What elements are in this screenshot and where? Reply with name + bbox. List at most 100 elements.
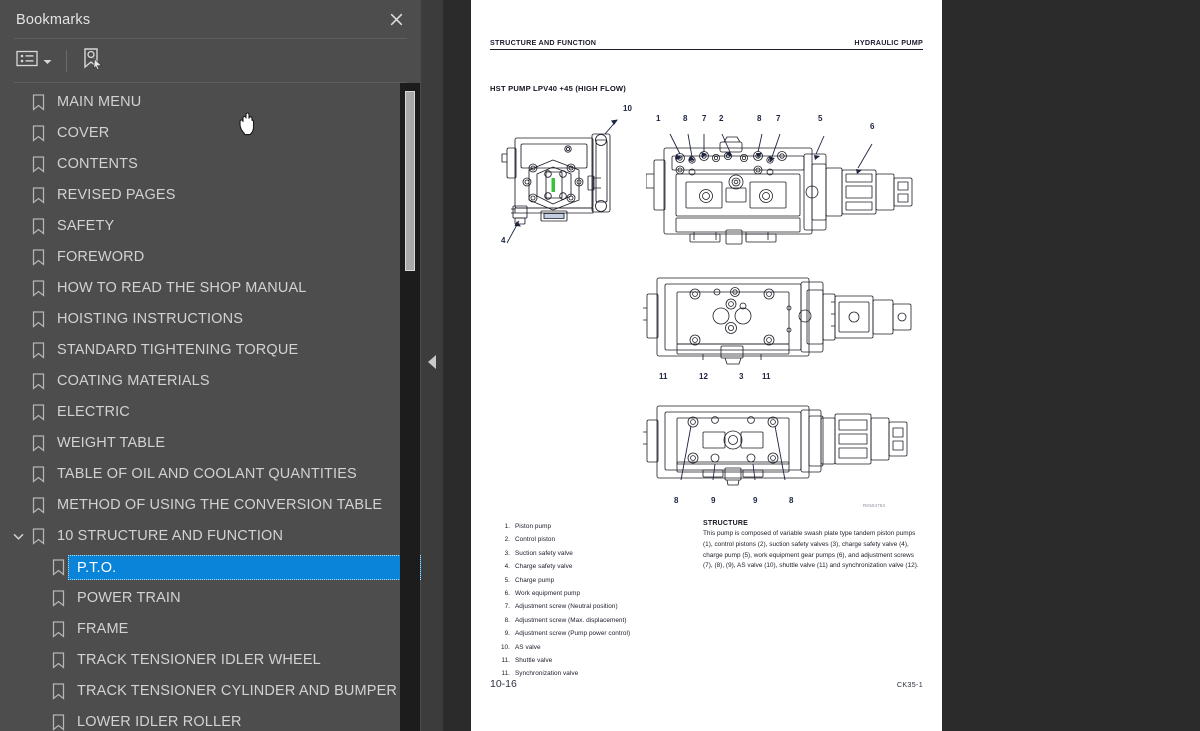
bookmark-item-label: CONTENTS	[57, 156, 138, 173]
bookmark-item[interactable]: ELECTRIC	[0, 397, 421, 428]
legend-row: 1. Piston pump	[493, 520, 683, 533]
bookmark-item[interactable]: COATING MATERIALS	[0, 366, 421, 397]
bookmark-item[interactable]: REVISED PAGES	[0, 180, 421, 211]
callout-9b: 9	[753, 496, 758, 505]
legend-text: Adjustment screw (Max. displacement)	[515, 616, 627, 624]
document-code: CK35-1	[896, 680, 923, 689]
legend-number: 11.	[501, 657, 510, 665]
legend-row: 2. Control piston	[493, 533, 683, 546]
pdf-page-viewer[interactable]: STRUCTURE AND FUNCTION HYDRAULIC PUMP HS…	[443, 0, 1200, 731]
chevron-down-icon[interactable]	[8, 533, 28, 540]
callout-6: 6	[870, 122, 875, 131]
bookmark-item[interactable]: FRAME	[0, 614, 421, 645]
bookmark-item[interactable]: STANDARD TIGHTENING TORQUE	[0, 335, 421, 366]
bookmark-item[interactable]: WEIGHT TABLE	[0, 428, 421, 459]
bookmark-item-label: METHOD OF USING THE CONVERSION TABLE	[57, 497, 383, 514]
bookmarks-panel: Bookmarks MAIN MENU COVER CONTENTS REVIS…	[0, 0, 421, 731]
close-icon[interactable]	[385, 9, 407, 31]
bookmark-item[interactable]: POWER TRAIN	[0, 583, 421, 614]
bookmark-icon	[48, 621, 68, 638]
legend-text: Shuttle valve	[515, 657, 553, 665]
bookmark-icon	[28, 435, 48, 452]
bookmark-icon	[28, 94, 48, 111]
bookmark-icon	[28, 249, 48, 266]
bookmark-item[interactable]: MAIN MENU	[0, 87, 421, 118]
bookmark-icon	[48, 714, 68, 731]
panel-splitter[interactable]	[421, 0, 443, 731]
bookmark-item-label: COVER	[57, 125, 110, 142]
list-options-button[interactable]	[14, 47, 54, 75]
legend-text: Control piston	[515, 536, 556, 544]
find-bookmark-button[interactable]	[79, 47, 105, 75]
legend-number: 7.	[504, 603, 510, 611]
callout-3: 3	[739, 372, 744, 381]
bookmark-icon	[28, 373, 48, 390]
bookmark-item[interactable]: COVER	[0, 118, 421, 149]
page-footer: 10-16 CK35-1	[490, 678, 923, 690]
callout-8b: 8	[757, 114, 762, 123]
legend-number: 1.	[504, 523, 510, 530]
legend-row: 7. Adjustment screw (Neutral position)	[493, 600, 683, 613]
bookmark-item[interactable]: P.T.O.	[0, 552, 421, 583]
legend-number: 2.	[504, 536, 510, 544]
bookmark-icon	[28, 311, 48, 328]
legend-row: 6. Work equipment pump	[493, 587, 683, 600]
legend-number: 9.	[504, 630, 510, 638]
bookmark-item[interactable]: METHOD OF USING THE CONVERSION TABLE	[0, 490, 421, 521]
collapse-sidebar-button[interactable]	[421, 341, 443, 387]
legend-text: Adjustment screw (Neutral position)	[515, 603, 618, 611]
legend-text: Charge pump	[515, 576, 555, 584]
chevron-down-icon	[43, 52, 52, 70]
legend-number: 5.	[504, 576, 510, 584]
bookmark-icon	[28, 280, 48, 297]
bookmark-item-label: MAIN MENU	[57, 94, 142, 111]
bookmark-icon	[28, 187, 48, 204]
callout-8c: 8	[674, 496, 679, 505]
legend-number: 10.	[500, 643, 510, 651]
bookmark-item-label: TRACK TENSIONER IDLER WHEEL	[77, 652, 321, 669]
bookmarks-panel-header: Bookmarks	[0, 0, 421, 39]
bookmark-item-label: SAFETY	[57, 218, 115, 235]
bookmarks-panel-title: Bookmarks	[16, 11, 91, 28]
bookmark-item[interactable]: SAFETY	[0, 211, 421, 242]
callout-5: 5	[818, 114, 823, 123]
drawing-code: RK504763	[863, 503, 886, 508]
scrollbar-thumb[interactable]	[405, 91, 415, 271]
legend-number: 3.	[504, 549, 510, 557]
structure-body: This pump is composed of variable swash …	[703, 530, 919, 570]
bookmark-item[interactable]: TABLE OF OIL AND COOLANT QUANTITIES	[0, 459, 421, 490]
bookmark-item-label: REVISED PAGES	[57, 187, 176, 204]
bookmark-item[interactable]: HOW TO READ THE SHOP MANUAL	[0, 273, 421, 304]
bookmark-item[interactable]: CONTENTS	[0, 149, 421, 180]
bookmark-item[interactable]: TRACK TENSIONER IDLER WHEEL	[0, 645, 421, 676]
callout-7a: 7	[702, 114, 707, 123]
bookmark-item[interactable]: HOISTING INSTRUCTIONS	[0, 304, 421, 335]
bookmark-item[interactable]: FOREWORD	[0, 242, 421, 273]
bookmarks-list-container: MAIN MENU COVER CONTENTS REVISED PAGES SAFET…	[0, 83, 421, 731]
bookmarks-list[interactable]: MAIN MENU COVER CONTENTS REVISED PAGES SAFET…	[0, 83, 421, 731]
bookmark-icon	[48, 683, 68, 700]
bookmark-item-label: TABLE OF OIL AND COOLANT QUANTITIES	[57, 466, 357, 483]
legend-text: Suction safety valve	[515, 549, 573, 557]
triangle-left-icon	[427, 354, 437, 374]
bookmark-item-label: HOW TO READ THE SHOP MANUAL	[57, 280, 307, 297]
legend-row: 9. Adjustment screw (Pump power control)	[493, 627, 683, 640]
callout-4: 4	[501, 236, 506, 245]
bookmark-item[interactable]: LOWER IDLER ROLLER	[0, 707, 421, 731]
callout-11a: 11	[659, 372, 668, 381]
legend-text: AS valve	[515, 643, 541, 651]
bookmark-item-label: LOWER IDLER ROLLER	[77, 714, 242, 731]
bookmark-icon	[28, 342, 48, 359]
callout-8d: 8	[789, 496, 794, 505]
bookmark-icon	[28, 528, 48, 545]
bookmark-item[interactable]: 10 STRUCTURE AND FUNCTION	[0, 521, 421, 552]
legend-row: 3. Suction safety valve	[493, 547, 683, 560]
bookmark-item[interactable]: TRACK TENSIONER CYLINDER AND BUMPER SPRI…	[0, 676, 421, 707]
bookmark-icon	[28, 497, 48, 514]
page-number: 10-16	[490, 678, 517, 690]
figure-legend: 1. Piston pump 2. Control piston 3. Suction s…	[493, 520, 683, 681]
bookmark-item-label: COATING MATERIALS	[57, 373, 210, 390]
bookmark-icon	[48, 652, 68, 669]
bookmarks-scrollbar[interactable]	[400, 83, 420, 731]
bookmark-item-label: TRACK TENSIONER CYLINDER AND BUMPER SPRI…	[77, 683, 421, 700]
